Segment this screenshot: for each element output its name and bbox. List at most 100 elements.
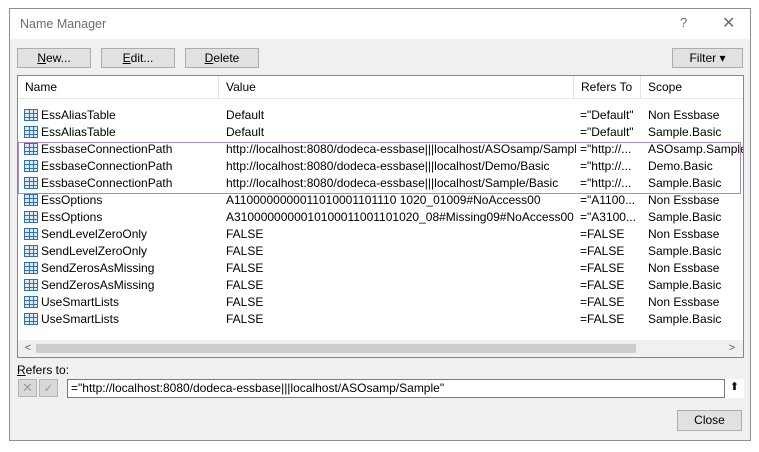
row-refers-to: ="http://... <box>580 142 632 156</box>
scroll-left-icon[interactable]: < <box>21 340 35 357</box>
help-icon[interactable]: ? <box>680 15 687 30</box>
name-range-icon <box>24 143 38 155</box>
row-scope: Non Essbase <box>648 227 720 241</box>
table-row[interactable]: EssbaseConnectionPath http://localhost:80… <box>18 158 743 175</box>
row-value: FALSE <box>226 227 264 241</box>
names-list[interactable]: Name Value Refers To Scope EssAliasTable… <box>17 75 744 358</box>
chevron-down-icon: ▾ <box>719 51 726 65</box>
row-name: EssbaseConnectionPath <box>41 142 173 156</box>
column-header-value[interactable]: Value <box>219 76 574 98</box>
row-scope: Sample.Basic <box>648 244 722 258</box>
table-row[interactable]: SendLevelZeroOnly FALSE =FALSE Sample.Basic <box>18 243 743 260</box>
row-name: SendZerosAsMissing <box>41 261 155 275</box>
close-icon[interactable]: ✕ <box>722 13 735 33</box>
row-refers-to: ="Default" <box>580 108 634 122</box>
row-scope: Non Essbase <box>648 295 720 309</box>
name-range-icon <box>24 177 38 189</box>
row-scope: Sample.Basic <box>648 125 722 139</box>
collapse-dialog-icon[interactable]: ⬆ <box>724 379 744 398</box>
row-scope: Sample.Basic <box>648 210 722 224</box>
delete-button-accelerator: D <box>204 51 214 65</box>
row-value: FALSE <box>226 278 264 292</box>
scrollbar-thumb[interactable] <box>36 344 636 353</box>
table-row[interactable]: EssOptions A3100000000010100011001101020_… <box>18 209 743 226</box>
column-header-refers-to[interactable]: Refers To <box>574 76 641 98</box>
edit-button[interactable]: Edit... <box>101 48 175 68</box>
table-row[interactable]: EssbaseConnectionPath http://localhost:80… <box>18 175 743 192</box>
list-header: Name Value Refers To Scope <box>18 76 743 99</box>
row-refers-to: ="Default" <box>580 125 634 139</box>
name-manager-dialog: Name Manager ? ✕ New... Edit... Delete F… <box>9 8 751 441</box>
column-header-name[interactable]: Name <box>18 76 219 98</box>
row-name: SendLevelZeroOnly <box>41 244 148 258</box>
edit-button-accelerator: E <box>122 51 131 65</box>
row-refers-to: ="http://... <box>580 159 632 173</box>
edit-button-label: dit... <box>130 51 154 65</box>
table-row[interactable]: UseSmartLists FALSE =FALSE Sample.Basic <box>18 311 743 328</box>
row-name: EssbaseConnectionPath <box>41 176 173 190</box>
row-value: http://localhost:8080/dodeca-essbase|||l… <box>226 142 576 156</box>
table-row[interactable]: SendZerosAsMissing FALSE =FALSE Sample.Basi… <box>18 277 743 294</box>
table-row[interactable]: SendLevelZeroOnly FALSE =FALSE Non Essbase <box>18 226 743 243</box>
new-button[interactable]: New... <box>17 48 91 68</box>
row-value: FALSE <box>226 295 264 309</box>
delete-button[interactable]: Delete <box>185 48 259 68</box>
row-refers-to: =FALSE <box>580 261 625 275</box>
row-name: EssbaseConnectionPath <box>41 159 173 173</box>
row-scope: ASOsamp.Sample <box>648 142 743 156</box>
refers-to-label: Refers to: <box>17 363 70 377</box>
row-value: A3100000000010100011001101020_08#Missing… <box>226 210 574 224</box>
table-row[interactable]: EssAliasTable Default ="Default" Non Essbas… <box>18 107 743 124</box>
row-refers-to: =FALSE <box>580 312 625 326</box>
cancel-edit-icon[interactable]: ✕ <box>18 379 37 397</box>
row-value: Default <box>226 125 265 139</box>
row-name: EssAliasTable <box>41 108 116 122</box>
row-value: FALSE <box>226 312 264 326</box>
new-button-label: ew... <box>45 51 71 65</box>
name-range-icon <box>24 296 38 308</box>
row-name: UseSmartLists <box>41 312 120 326</box>
row-name: EssAliasTable <box>41 125 116 139</box>
horizontal-scrollbar[interactable]: < > <box>18 340 743 357</box>
name-range-icon <box>24 194 38 206</box>
row-refers-to: =FALSE <box>580 278 625 292</box>
row-value: http://localhost:8080/dodeca-essbase|||l… <box>226 176 559 190</box>
row-name: UseSmartLists <box>41 295 120 309</box>
row-refers-to: =FALSE <box>580 227 625 241</box>
close-button[interactable]: Close <box>677 410 742 431</box>
table-row[interactable]: UseSmartLists FALSE =FALSE Non Essbase <box>18 294 743 311</box>
table-row[interactable]: SendZerosAsMissing FALSE =FALSE Non Essbase <box>18 260 743 277</box>
title-bar: Name Manager ? ✕ <box>10 9 750 39</box>
refers-to-input[interactable]: ="http://localhost:8080/dodeca-essbase||… <box>67 379 744 398</box>
row-scope: Demo.Basic <box>648 159 713 173</box>
window-title: Name Manager <box>20 17 107 31</box>
scroll-right-icon[interactable]: > <box>725 340 739 357</box>
filter-button[interactable]: Filter ▾ <box>672 48 743 68</box>
row-value: A1100000000011010001101110 1020_01009#No… <box>226 193 541 207</box>
table-row[interactable]: EssAliasTable Default ="Default" Sample.Bas… <box>18 124 743 141</box>
table-row[interactable]: EssOptions A1100000000011010001101110 102… <box>18 192 743 209</box>
row-scope: Sample.Basic <box>648 312 722 326</box>
row-refers-to: =FALSE <box>580 244 625 258</box>
row-scope: Non Essbase <box>648 261 720 275</box>
row-scope: Non Essbase <box>648 193 720 207</box>
confirm-edit-icon[interactable]: ✓ <box>39 379 58 397</box>
new-button-accelerator: N <box>37 51 46 65</box>
column-header-scope[interactable]: Scope <box>641 76 743 98</box>
row-value: http://localhost:8080/dodeca-essbase|||l… <box>226 159 550 173</box>
row-refers-to: ="A3100... <box>580 210 636 224</box>
row-scope: Sample.Basic <box>648 176 722 190</box>
row-refers-to: ="A1100... <box>580 193 636 207</box>
name-range-icon <box>24 313 38 325</box>
name-range-icon <box>24 160 38 172</box>
name-range-icon <box>24 228 38 240</box>
name-range-icon <box>24 211 38 223</box>
name-range-icon <box>24 109 38 121</box>
row-value: FALSE <box>226 244 264 258</box>
row-scope: Non Essbase <box>648 108 720 122</box>
row-refers-to: =FALSE <box>580 295 625 309</box>
row-value: Default <box>226 108 265 122</box>
row-value: FALSE <box>226 261 264 275</box>
table-row[interactable]: EssbaseConnectionPath http://localhost:80… <box>18 141 743 158</box>
name-range-icon <box>24 279 38 291</box>
